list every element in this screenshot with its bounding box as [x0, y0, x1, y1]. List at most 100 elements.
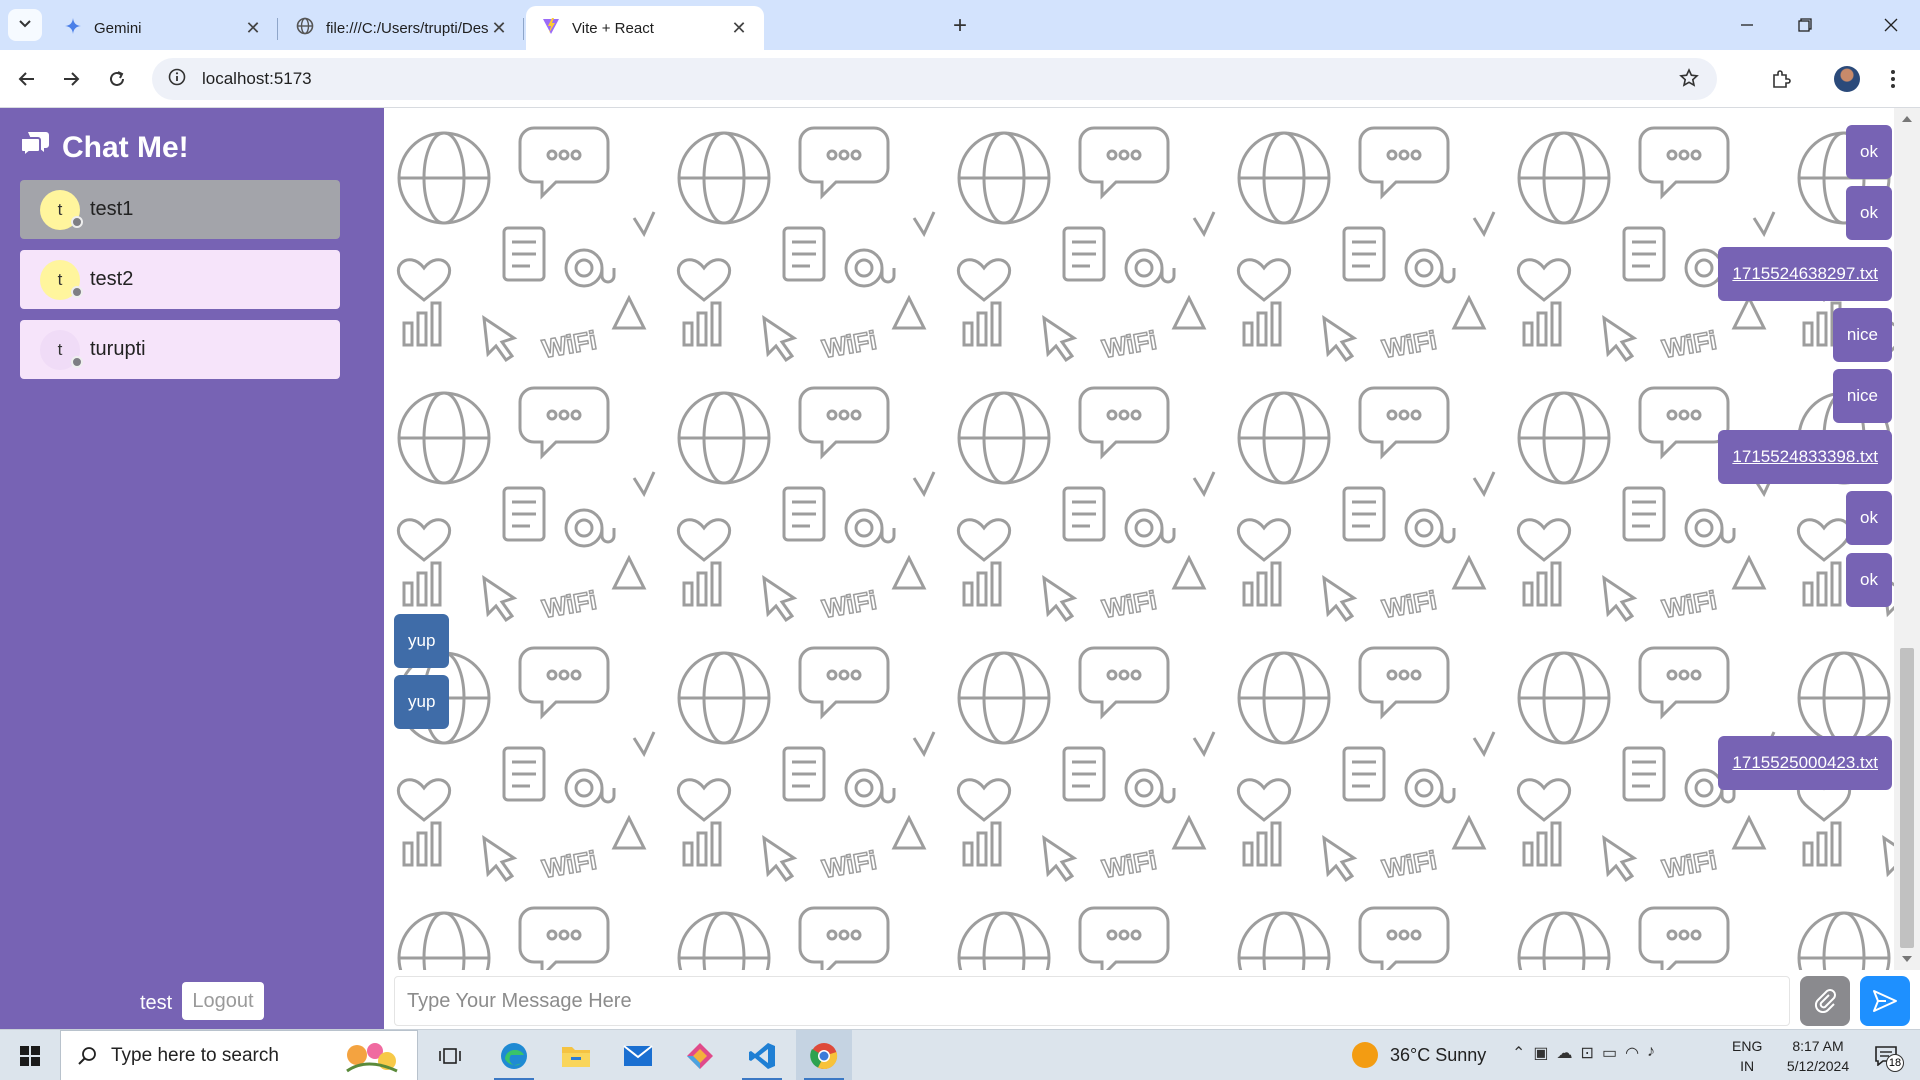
profile-button[interactable]: [1832, 64, 1862, 94]
task-view-button[interactable]: [422, 1030, 478, 1080]
clock[interactable]: 8:17 AM 5/12/2024: [1775, 1036, 1861, 1076]
volume-icon[interactable]: ♪: [1647, 1043, 1655, 1063]
address-url: localhost:5173: [202, 69, 312, 88]
message-bubble: 1715524638297.txt: [1718, 247, 1892, 301]
browser-menu-button[interactable]: [1878, 64, 1908, 94]
user-item-turupti[interactable]: t turupti: [20, 320, 340, 379]
attach-file-button[interactable]: [1800, 976, 1850, 1026]
close-icon[interactable]: ✕: [242, 17, 264, 39]
close-icon[interactable]: ✕: [728, 17, 750, 39]
language-indicator[interactable]: ENG IN: [1732, 1036, 1762, 1076]
back-button[interactable]: [12, 64, 42, 94]
folder-icon: [562, 1046, 590, 1067]
message-text: ok: [1860, 203, 1878, 222]
minimize-button[interactable]: [1718, 0, 1776, 50]
avatar: t: [40, 189, 83, 230]
avatar-initial: t: [57, 199, 63, 219]
close-icon[interactable]: ✕: [488, 17, 510, 39]
scrollbar-thumb[interactable]: [1900, 648, 1914, 948]
tab-search-button[interactable]: [8, 9, 42, 41]
user-item-test1[interactable]: t test1: [20, 180, 340, 239]
puzzle-icon: [1773, 70, 1791, 88]
chat-app: Chat Me! t test1 t test2 t turupti test …: [0, 108, 1920, 1029]
file-link[interactable]: 1715524638297.txt: [1732, 264, 1878, 284]
message-bubble: 1715525000423.txt: [1718, 736, 1892, 790]
taskbar-edge[interactable]: [486, 1030, 542, 1080]
chat-bubbles-icon: [19, 130, 50, 166]
message-text: nice: [1846, 386, 1878, 405]
message-bubble: 1715524833398.txt: [1718, 430, 1892, 484]
wifi-icon[interactable]: ◠: [1625, 1043, 1639, 1063]
notification-center-button[interactable]: 18: [1866, 1040, 1906, 1072]
message-composer: [384, 970, 1920, 1029]
taskbar-file-explorer[interactable]: [548, 1030, 604, 1080]
taskbar-search[interactable]: Type here to search: [60, 1030, 418, 1080]
logout-button[interactable]: Logout: [182, 982, 264, 1020]
message-bubble: yup: [394, 614, 450, 668]
message-bubble: ok: [1846, 491, 1892, 545]
brand-title: Chat Me!: [62, 131, 189, 164]
extensions-button[interactable]: [1766, 64, 1796, 94]
search-placeholder: Type here to search: [111, 1044, 279, 1066]
close-icon: [1884, 18, 1898, 32]
cloud-icon[interactable]: ☁: [1557, 1043, 1573, 1063]
file-link[interactable]: 1715524833398.txt: [1732, 447, 1878, 467]
chat-panel: WiFi ok ok 1715524638297.txt nice nice: [384, 108, 1920, 1029]
start-button[interactable]: [0, 1030, 60, 1080]
chat-scrollbar[interactable]: [1894, 108, 1920, 970]
restore-button[interactable]: [1776, 0, 1834, 50]
user-item-test2[interactable]: t test2: [20, 250, 340, 309]
scroll-down-icon[interactable]: [1902, 956, 1912, 962]
task-view-icon: [439, 1047, 461, 1064]
chevron-up-icon[interactable]: ⌃: [1512, 1043, 1525, 1063]
tab-gemini[interactable]: Gemini ✕: [48, 6, 278, 50]
tab-vite-react[interactable]: Vite + React ✕: [526, 6, 764, 50]
clock-date: 5/12/2024: [1786, 1058, 1850, 1074]
sun-icon: [1352, 1042, 1378, 1068]
tab-label: Gemini: [94, 19, 142, 37]
taskbar: Type here to search 36°C Sunny ⌃ ▣ ☁ ⊡ ▭…: [0, 1029, 1920, 1080]
sidebar: Chat Me! t test1 t test2 t turupti test …: [0, 108, 384, 1029]
message-bubble: yup: [394, 675, 450, 729]
avatar: t: [40, 329, 83, 370]
tab-file[interactable]: file:///C:/Users/trupti/Desktop/ ✕: [280, 6, 524, 50]
battery-icon[interactable]: ▭: [1602, 1043, 1617, 1063]
taskbar-vscode[interactable]: [734, 1030, 790, 1080]
address-bar[interactable]: localhost:5173: [152, 58, 1717, 100]
weather-text: 36°C Sunny: [1390, 1044, 1487, 1065]
brand: Chat Me!: [19, 130, 189, 166]
user-name: test2: [90, 268, 134, 290]
avatar-initial: t: [57, 269, 63, 289]
message-input[interactable]: [394, 976, 1790, 1026]
user-list: t test1 t test2 t turupti: [20, 180, 340, 390]
new-tab-button[interactable]: +: [946, 12, 974, 40]
arrow-right-icon: [64, 72, 80, 86]
send-button[interactable]: [1860, 976, 1910, 1026]
message-text: nice: [1846, 325, 1878, 344]
vscode-icon: [749, 1042, 775, 1069]
file-link[interactable]: 1715525000423.txt: [1732, 753, 1878, 773]
arrow-left-icon: [18, 72, 34, 86]
close-window-button[interactable]: [1862, 0, 1920, 50]
windows-icon: [20, 1045, 40, 1066]
user-name: turupti: [90, 338, 146, 360]
avatar: t: [40, 259, 83, 300]
forward-button[interactable]: [56, 64, 86, 94]
taskbar-app[interactable]: [672, 1030, 728, 1080]
scroll-up-icon[interactable]: [1902, 116, 1912, 122]
message-text: yup: [408, 631, 436, 650]
browser-tab-strip: Gemini ✕ file:///C:/Users/trupti/Desktop…: [0, 0, 1920, 50]
site-info-icon[interactable]: [168, 68, 186, 91]
taskbar-mail[interactable]: [610, 1030, 666, 1080]
message-text: ok: [1860, 508, 1878, 527]
reload-button[interactable]: [102, 64, 132, 94]
status-dot: [71, 285, 83, 298]
network-icon[interactable]: ⊡: [1581, 1043, 1594, 1063]
weather-widget[interactable]: 36°C Sunny: [1352, 1042, 1486, 1068]
kebab-menu-icon: [1891, 70, 1895, 88]
bookmark-star-icon[interactable]: [1679, 68, 1699, 93]
device-icon[interactable]: ▣: [1533, 1043, 1548, 1063]
chevron-down-icon: [18, 16, 32, 35]
globe-icon: [296, 17, 314, 39]
taskbar-chrome[interactable]: [796, 1030, 852, 1080]
